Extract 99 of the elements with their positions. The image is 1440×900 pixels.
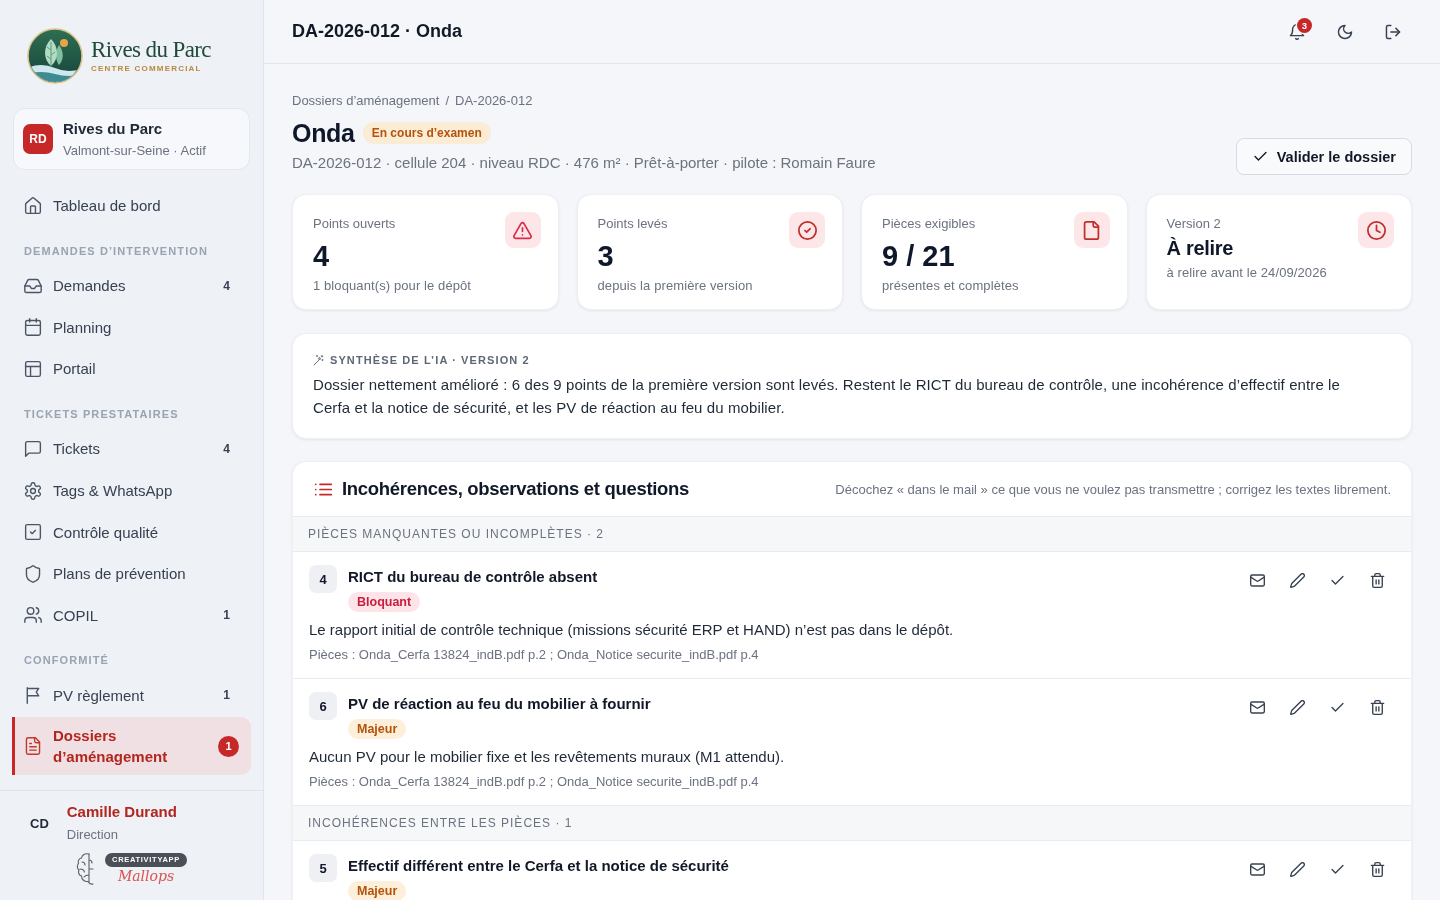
stat-note: depuis la première version bbox=[597, 277, 753, 295]
breadcrumb-link[interactable]: Dossiers d’aménagement bbox=[292, 92, 440, 110]
stat-note: 1 bloquant(s) pour le dépôt bbox=[313, 277, 472, 295]
bell-icon bbox=[1289, 23, 1305, 40]
home-icon bbox=[24, 196, 42, 215]
user-name: Camille Durand bbox=[66, 802, 177, 822]
issue-title: Effectif différent entre le Cerfa et la notice de sécurité bbox=[348, 856, 729, 876]
user-avatar: CD bbox=[30, 815, 49, 831]
mail-icon bbox=[1249, 572, 1265, 588]
nav-item[interactable]: PV règlement 1 bbox=[12, 674, 251, 717]
panel-title: Incohérences, observations et questions bbox=[342, 478, 691, 500]
severity-tag: Bloquant bbox=[348, 592, 421, 612]
summary-label: SYNTHÈSE DE L’IA · VERSION 2 bbox=[330, 353, 530, 368]
shield-icon bbox=[24, 564, 42, 583]
trash-icon bbox=[1369, 699, 1385, 715]
check-icon bbox=[1252, 149, 1268, 164]
section-heading: CONFORMITÉ bbox=[23, 653, 110, 669]
warning-icon bbox=[504, 212, 541, 248]
magic-wand-icon bbox=[313, 354, 324, 366]
pencil-icon bbox=[1289, 699, 1305, 715]
stat-note: à relire avant le 24/09/2026 bbox=[1166, 264, 1327, 282]
issue-title: PV de réaction au feu du mobilier à fournir bbox=[348, 694, 651, 714]
file-icon bbox=[1073, 212, 1110, 248]
gear-icon bbox=[24, 481, 42, 500]
nav-item[interactable]: Planning bbox=[12, 306, 251, 349]
breadcrumb-link[interactable]: DA-2026-012 bbox=[455, 92, 533, 110]
trash-icon bbox=[1369, 861, 1385, 877]
site-name: Rives du Parc bbox=[63, 118, 164, 139]
panel-hint: Décochez « dans le mail » ce que vous ne voulez pas transmettre ; corrigez les textes librement. bbox=[835, 481, 1391, 497]
stat-value: 3 bbox=[597, 239, 615, 273]
summary-text: Dossier nettement amélioré : 6 des 9 points de la première version sont levés. Restent le RICT du bureau de contrôle, une incohérence d’effectif entre le Cerfa et la notice de sécurité, et les PV de réaction au feu du mobilier. bbox=[313, 375, 1341, 418]
nav-item[interactable]: COPIL 1 bbox=[12, 594, 251, 637]
stat-label: Points ouverts bbox=[313, 215, 397, 233]
section-heading: DEMANDES D’INTERVENTION bbox=[23, 243, 209, 259]
nav-item[interactable]: Plans de prévention bbox=[12, 552, 251, 595]
notification-badge: 3 bbox=[1297, 17, 1312, 33]
nav-item[interactable]: Demandes 4 bbox=[12, 265, 251, 307]
section-heading: TICKETS PRESTATAIRES bbox=[23, 406, 180, 422]
logout-icon bbox=[1385, 23, 1401, 40]
people-icon bbox=[24, 606, 42, 625]
site-subtitle: Valmont-sur-Seine · Actif bbox=[63, 141, 206, 160]
issue-number: 4 bbox=[309, 565, 337, 593]
item-count: 4 bbox=[223, 441, 230, 456]
nav-item[interactable]: Contrôle qualité bbox=[12, 511, 251, 553]
issue-number: 6 bbox=[309, 692, 337, 720]
user-role: Direction bbox=[66, 826, 120, 844]
dossier-title: Onda bbox=[292, 118, 355, 148]
chat-bubble-icon bbox=[24, 439, 42, 458]
tray-icon bbox=[24, 276, 42, 295]
logo-title: Rives du Parc bbox=[91, 38, 211, 62]
issue-description: Le rapport initial de contrôle technique (missions sécurité ERP et HAND) n’est pas dans le dépôt. bbox=[309, 620, 955, 640]
clock-icon bbox=[1358, 212, 1394, 248]
group-header: PIÈCES MANQUANTES OU INCOMPLÈTES · 2 bbox=[293, 517, 1411, 552]
issue-description: Aucun PV pour le mobilier fixe et les revêtements muraux (M1 attendu). bbox=[309, 747, 786, 767]
dossier-meta: DA-2026-012 · cellule 204 · niveau RDC · 476 m² · Prêt-à-porter · pilote : Romain Faure bbox=[292, 153, 876, 173]
pencil-icon bbox=[1289, 572, 1305, 588]
layout-icon bbox=[24, 359, 42, 378]
notifications-button[interactable]: 3 bbox=[1279, 13, 1315, 50]
nav-item[interactable]: Tableau de bord bbox=[12, 185, 251, 227]
stat-note: présentes et complètes bbox=[882, 277, 1019, 295]
calendar-icon bbox=[24, 318, 42, 337]
stat-label: Pièces exigibles bbox=[882, 215, 977, 233]
issue-files: Pièces : Onda_Cerfa 13824_indB.pdf p.2 ; Onda_Notice securite_indB.pdf p.4 bbox=[309, 773, 760, 791]
mail-icon bbox=[1249, 699, 1265, 715]
document-icon bbox=[24, 737, 42, 756]
validate-button[interactable]: Valider le dossier bbox=[1235, 138, 1412, 175]
breadcrumb-separator: / bbox=[445, 92, 450, 110]
moon-icon bbox=[1337, 23, 1353, 40]
page-title: DA-2026-012 · Onda bbox=[292, 21, 464, 42]
logo-tagline: CENTRE COMMERCIAL bbox=[91, 64, 203, 74]
site-avatar: RD bbox=[23, 124, 53, 154]
leaf-emblem-icon bbox=[27, 28, 83, 84]
flag-icon bbox=[24, 686, 42, 705]
nav-item[interactable]: Tickets 4 bbox=[12, 428, 251, 470]
issue-title: RICT du bureau de contrôle absent bbox=[348, 567, 598, 587]
item-count: 4 bbox=[223, 278, 230, 293]
nav-item[interactable]: Tags & WhatsApp bbox=[12, 469, 251, 512]
mail-icon bbox=[1249, 861, 1265, 877]
count-badge: 1 bbox=[218, 735, 239, 757]
stat-value: 9 / 21 bbox=[882, 239, 956, 273]
brand-script: Mallops bbox=[117, 868, 175, 885]
stat-value: À relire bbox=[1166, 236, 1235, 261]
stat-label: Points levés bbox=[597, 215, 669, 233]
status-tag: En cours d’examen bbox=[362, 122, 491, 144]
severity-tag: Majeur bbox=[348, 719, 407, 739]
severity-tag: Majeur bbox=[348, 881, 407, 900]
trash-icon bbox=[1369, 572, 1385, 588]
item-count: 1 bbox=[223, 608, 230, 623]
group-header: INCOHÉRENCES ENTRE LES PIÈCES · 1 bbox=[293, 806, 1411, 841]
pencil-icon bbox=[1289, 861, 1305, 877]
nav-item[interactable]: Portail bbox=[12, 348, 251, 390]
nav-item[interactable]: Dossiers d’aménagement 1 bbox=[12, 717, 251, 776]
checkbox-icon bbox=[24, 523, 42, 542]
site-card[interactable]: RD Rives du Parc Valmont-sur-Seine · Actif bbox=[13, 108, 250, 170]
issue-number: 5 bbox=[309, 854, 337, 882]
issue-files: Pièces : Onda_Cerfa 13824_indB.pdf p.2 ; Onda_Notice securite_indB.pdf p.4 bbox=[309, 646, 760, 664]
stat-label: Version 2 bbox=[1166, 215, 1222, 233]
stat-value: 4 bbox=[313, 239, 331, 273]
item-count: 1 bbox=[223, 688, 230, 703]
